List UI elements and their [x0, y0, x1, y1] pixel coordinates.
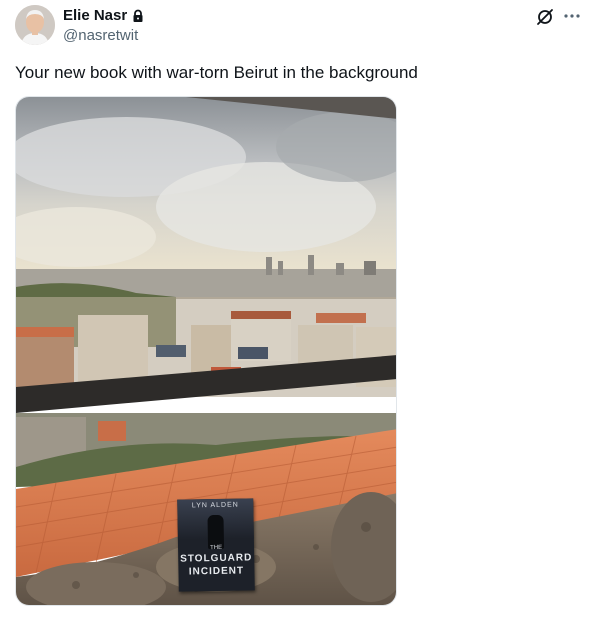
tweet-card[interactable]: Elie Nasr @nasretwit Your new book with …: [0, 0, 597, 623]
display-name[interactable]: Elie Nasr: [63, 7, 127, 25]
grok-icon[interactable]: [535, 7, 555, 27]
book-title-line-2: STOLGUARD: [180, 552, 253, 565]
book-cover: LYN ALDEN THE STOLGUARD INCIDENT: [177, 498, 255, 592]
more-icon[interactable]: [563, 7, 581, 25]
book-author: LYN ALDEN: [191, 501, 239, 510]
lock-icon: [131, 9, 145, 23]
avatar[interactable]: [15, 5, 55, 45]
handle[interactable]: @nasretwit: [63, 27, 138, 45]
book-title-line-3: INCIDENT: [188, 565, 245, 578]
tweet-text: Your new book with war-torn Beirut in th…: [15, 63, 418, 82]
book-title-line-1: THE: [210, 544, 223, 552]
tweet-photo[interactable]: LYN ALDEN THE STOLGUARD INCIDENT: [15, 96, 397, 606]
